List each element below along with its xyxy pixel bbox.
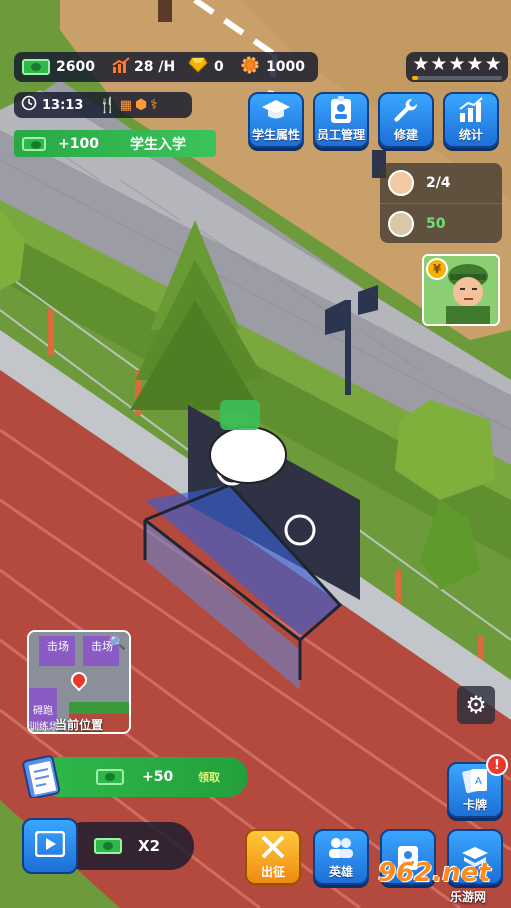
statistics-button[interactable]: 统计: [443, 92, 499, 148]
clock-icon: [21, 95, 37, 115]
resource-bar: 2600 28 /H 0 1000: [14, 52, 318, 82]
rating-progress-fill: [412, 75, 418, 80]
cash-icon: [22, 59, 50, 75]
star-icon: ★: [412, 52, 430, 75]
star-icon: ★: [448, 52, 466, 75]
svg-text:A: A: [475, 776, 482, 787]
cash-icon: [94, 838, 122, 854]
game-time: 13:13: [42, 97, 84, 113]
button-label: 学生属性: [251, 128, 300, 142]
student-avatar-icon: [388, 170, 414, 196]
gem-icon: [188, 57, 208, 77]
button-label: 卡牌: [462, 798, 487, 812]
id-badge-icon: [329, 94, 353, 126]
alert-badge: !: [486, 754, 508, 776]
rating-progress-bar: [412, 75, 502, 80]
income-reason: 学生入学: [130, 136, 186, 153]
claim-label[interactable]: 领取: [198, 769, 220, 785]
button-label: 员工管理: [316, 128, 365, 142]
reward-bar[interactable]: +50 领取: [40, 757, 248, 797]
task-clipboard-icon[interactable]: [22, 752, 62, 800]
cash-icon: [96, 769, 124, 785]
speed-boost-bar[interactable]: X2: [60, 822, 194, 870]
button-label: 出征: [260, 865, 285, 879]
student-count: 2/4: [426, 175, 451, 191]
magnifier-icon[interactable]: 🔍: [109, 635, 126, 651]
gear-icon: [240, 55, 260, 79]
star-icon: ★: [466, 52, 484, 75]
income-banner: +100 学生入学: [14, 130, 216, 157]
graduation-cap-icon: [261, 94, 291, 126]
video-play-icon: [34, 830, 66, 861]
heroes-icon: [326, 831, 356, 863]
gear-value: 1000: [266, 59, 305, 75]
cards-icon: A: [460, 764, 490, 796]
watermark-subtitle: 乐游网: [450, 890, 487, 904]
minimap[interactable]: 击场 击场 碍跑 训练场 🔍 当前位置: [27, 630, 131, 734]
settings-button[interactable]: ⚙: [457, 686, 495, 724]
soldier-character-card[interactable]: ¥: [422, 254, 500, 326]
speed-multiplier: X2: [138, 837, 161, 855]
gear-icon: ⚙: [465, 691, 487, 719]
student-count-row: 2/4: [380, 163, 502, 204]
people-panel: 2/4 50: [380, 163, 502, 243]
cash-icon: [22, 136, 46, 151]
shop-basket-icon: ▦: [119, 97, 132, 113]
staff-management-button[interactable]: 员工管理: [313, 92, 369, 148]
minimap-label-1: 击场: [47, 640, 69, 653]
button-label: 统计: [458, 128, 483, 142]
star-icon: ★: [430, 52, 448, 75]
crossed-swords-icon: [259, 831, 287, 863]
staff-count-row: 50: [380, 204, 502, 243]
minimap-label-3: 碍跑: [33, 706, 53, 717]
star-rating[interactable]: ★ ★ ★ ★ ★: [406, 52, 508, 82]
build-button[interactable]: 修建: [378, 92, 434, 148]
watermark-logo: 962.net 乐游网: [378, 858, 508, 904]
button-label: 英雄: [328, 865, 353, 879]
watch-video-button[interactable]: [22, 818, 78, 874]
income-amount: +100: [58, 135, 99, 152]
restaurant-icon: 🍴: [98, 96, 117, 114]
box-icon: ⬢: [134, 97, 148, 113]
staff-avatar-icon: [388, 210, 414, 237]
student-attributes-button[interactable]: 学生属性: [248, 92, 304, 148]
cash-value: 2600: [56, 59, 95, 75]
heroes-button[interactable]: 英雄: [313, 829, 369, 885]
time-bar: 13:13 🍴 ▦ ⬢ ⚕: [14, 92, 192, 118]
yen-coin-icon: ¥: [426, 258, 448, 280]
staff-count: 50: [426, 215, 446, 232]
expedition-button[interactable]: 出征: [245, 829, 301, 885]
bar-chart-icon: [458, 94, 484, 126]
reward-amount: +50: [142, 769, 174, 785]
button-label: 修建: [393, 128, 418, 142]
income-rate: 28 /H: [134, 59, 176, 75]
stars-row: ★ ★ ★ ★ ★: [412, 52, 502, 75]
star-icon: ★: [484, 52, 502, 75]
growth-chart-icon: [112, 57, 130, 77]
medical-icon: ⚕: [150, 97, 158, 113]
current-location-label: 当前位置: [55, 718, 104, 732]
gem-value: 0: [214, 59, 224, 75]
watermark-text: 962.net: [378, 858, 491, 888]
wrench-icon: [392, 94, 420, 126]
